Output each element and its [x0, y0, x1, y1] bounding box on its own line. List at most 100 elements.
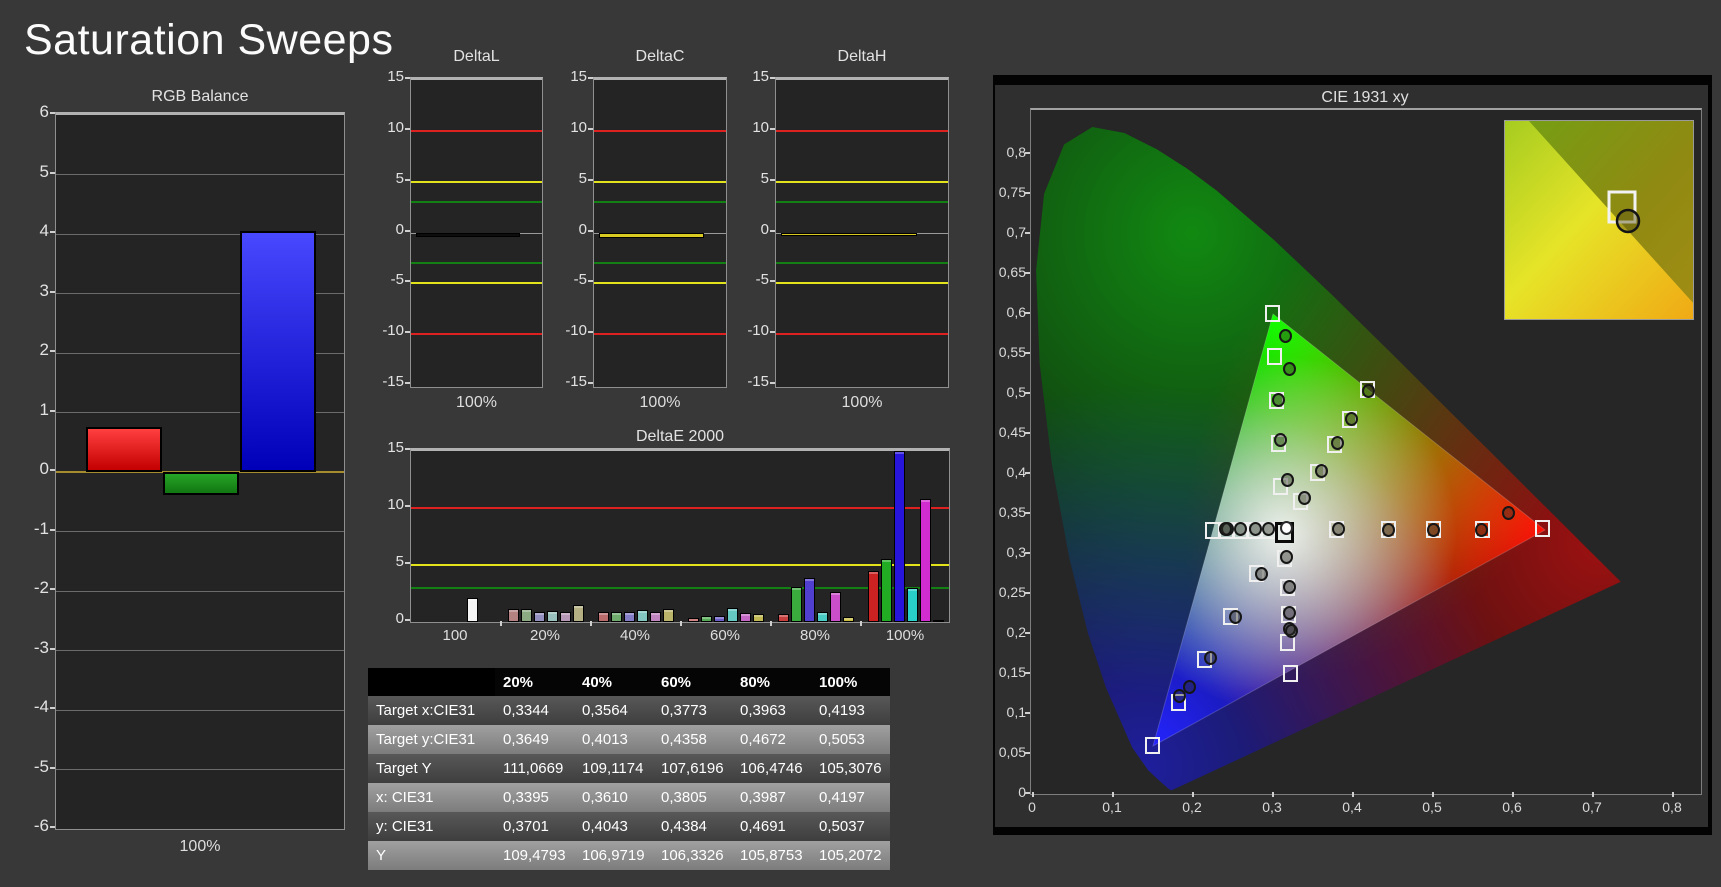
table-header-cell: 40%	[574, 668, 653, 696]
y-tick-label: 2	[39, 340, 49, 359]
table-row-label: Target Y	[376, 760, 432, 777]
x-tick-label: 0	[1028, 799, 1036, 815]
measured-marker-magenta	[1282, 579, 1296, 594]
measured-marker-green	[1274, 433, 1288, 447]
delta-e-bar	[727, 608, 738, 622]
y-tick-label: 0	[39, 459, 49, 478]
y-tick-label: 6	[39, 102, 49, 121]
x-tick-label: 0,6	[1502, 799, 1522, 815]
y-tick-label: 0,2	[1006, 624, 1026, 640]
delta-e-bar	[547, 610, 558, 622]
y-tick-mark	[588, 77, 593, 79]
y-tick-mark	[770, 229, 775, 232]
x-group-label: 40%	[619, 627, 651, 644]
target-marker-green	[1265, 305, 1280, 322]
delta-e-bar	[701, 616, 712, 622]
y-tick-mark	[1025, 152, 1030, 154]
table-cell: 105,3076	[819, 760, 882, 777]
y-tick-label: -6	[33, 816, 49, 835]
delta-e-bar	[598, 611, 609, 622]
measured-marker-yellow	[1315, 463, 1329, 478]
rgb-balance-x-label: 100%	[179, 838, 221, 855]
y-tick-label: 5	[760, 169, 769, 187]
limit-line	[411, 507, 949, 509]
table-cell: 106,3326	[661, 847, 724, 864]
y-tick-mark	[1025, 712, 1030, 714]
delta-h-chart: DeltaH 100% 15 10 5 0 -5 -10 -15	[733, 48, 954, 428]
y-tick-mark	[770, 280, 775, 283]
table-cell: 0,3344	[503, 702, 549, 719]
x-group-label: 20%	[529, 627, 561, 644]
limit-line	[411, 282, 542, 285]
y-tick-mark	[1025, 672, 1030, 674]
delta-e-bar	[740, 612, 751, 622]
y-tick-mark	[50, 231, 55, 233]
delta-e-bar	[560, 611, 571, 622]
y-tick-mark	[770, 382, 775, 384]
y-tick-label: 15	[387, 68, 404, 85]
table-cell: 0,3395	[503, 789, 549, 806]
y-tick-label: 0,55	[998, 344, 1026, 360]
x-tick-label: 0,3	[1262, 799, 1282, 815]
table-row-label: Y	[376, 847, 387, 864]
x-tick-label: 0,7	[1582, 799, 1602, 815]
target-marker-green	[1267, 348, 1282, 366]
y-tick-label: -5	[33, 756, 49, 776]
x-tick-mark	[1272, 792, 1274, 797]
measured-marker-red	[1501, 505, 1515, 520]
y-tick-label: -15	[747, 373, 769, 390]
x-tick-mark	[1032, 792, 1034, 797]
target-marker-blue	[1145, 737, 1160, 754]
table-cell: 105,2072	[819, 847, 882, 864]
y-tick-mark	[1025, 392, 1030, 394]
table-header-cell: 80%	[732, 668, 811, 696]
x-tick-mark	[1192, 792, 1194, 797]
measured-marker-red	[1382, 522, 1396, 537]
delta-c-title: DeltaC	[635, 48, 685, 65]
y-tick-label: 0,5	[1006, 384, 1026, 400]
limit-line	[776, 201, 948, 203]
y-tick-mark	[50, 766, 55, 769]
x-tick-mark	[1352, 792, 1354, 797]
y-tick-mark	[50, 290, 55, 293]
y-tick-label: 5	[395, 169, 404, 187]
limit-line	[594, 129, 726, 132]
y-tick-mark	[1025, 352, 1030, 354]
y-tick-label: -5	[573, 271, 587, 289]
rgb-balance-bar-blue	[239, 231, 316, 472]
rgb-balance-plot	[55, 112, 345, 830]
y-tick-mark	[405, 77, 410, 79]
delta-e-bar	[894, 451, 905, 622]
delta-e-bar	[663, 609, 674, 622]
measured-marker-cyan	[1262, 521, 1276, 536]
delta-e-bar	[466, 598, 478, 622]
y-tick-label: -10	[565, 322, 587, 340]
limit-line	[411, 262, 542, 264]
gridline	[56, 590, 344, 592]
table-cell: 111,0669	[503, 760, 564, 777]
delta-e-bar	[521, 608, 532, 622]
delta-bar	[599, 232, 704, 239]
delta-e-bar	[920, 498, 931, 622]
y-tick-label: 5	[578, 169, 587, 187]
table-cell: 0,4193	[819, 702, 865, 719]
cie-markers-overlay	[1031, 110, 1701, 794]
rgb-balance-bar-red	[86, 427, 163, 472]
delta-e-bar	[573, 604, 584, 622]
table-cell: 0,3987	[740, 789, 786, 806]
rgb-balance-bar-green	[163, 472, 239, 495]
delta-e-bar	[637, 610, 648, 622]
y-tick-label: 3	[39, 280, 49, 300]
limit-line	[776, 262, 948, 264]
table-cell: 0,3773	[661, 702, 707, 719]
x-tick-label: 0,8	[1662, 799, 1682, 815]
target-marker-cyan	[1204, 522, 1220, 540]
y-tick-mark	[588, 127, 593, 130]
x-tick-label: 0,4	[1342, 799, 1362, 815]
gridline	[56, 769, 344, 770]
measured-marker-blue	[1228, 610, 1242, 625]
y-tick-label: 0	[760, 220, 769, 238]
x-tick-mark	[770, 621, 772, 626]
cie-1931-plot	[1030, 108, 1702, 795]
gridline	[56, 531, 344, 532]
